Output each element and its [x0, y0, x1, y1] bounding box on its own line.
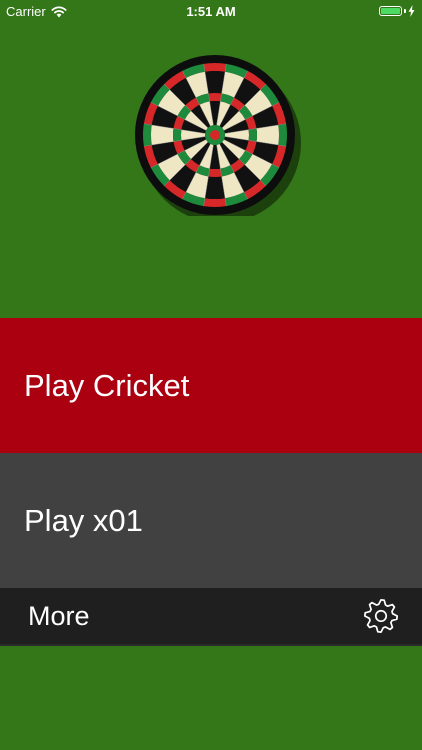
gear-hole [374, 609, 388, 623]
play-cricket-button[interactable]: Play Cricket [0, 318, 422, 453]
play-x01-label: Play x01 [24, 502, 143, 538]
double-ring-segment [203, 198, 227, 207]
play-cricket-label: Play Cricket [24, 367, 190, 403]
double-ring-segment [143, 123, 152, 147]
triple-ring-segment [248, 128, 257, 142]
play-x01-button[interactable]: Play x01 [0, 453, 422, 588]
gear-outline [363, 598, 399, 634]
charging-bolt-icon [408, 5, 415, 17]
gear-icon [363, 598, 399, 634]
dartboard-logo [135, 55, 301, 216]
more-button[interactable]: More [0, 588, 422, 646]
status-time: 1:51 AM [186, 4, 236, 19]
bullseye [210, 130, 220, 140]
double-ring-segment [278, 123, 287, 147]
triple-ring-segment [208, 93, 222, 102]
battery-tip [404, 9, 406, 13]
battery-icon [379, 6, 402, 16]
triple-ring-segment [173, 128, 182, 142]
triple-ring-segment [208, 168, 222, 177]
more-label: More [28, 600, 90, 631]
settings-button[interactable] [362, 597, 400, 635]
battery-indicator [379, 5, 415, 17]
status-bar: Carrier 1:51 AM [0, 0, 422, 24]
battery-fill [381, 8, 400, 14]
double-ring-segment [203, 63, 227, 72]
